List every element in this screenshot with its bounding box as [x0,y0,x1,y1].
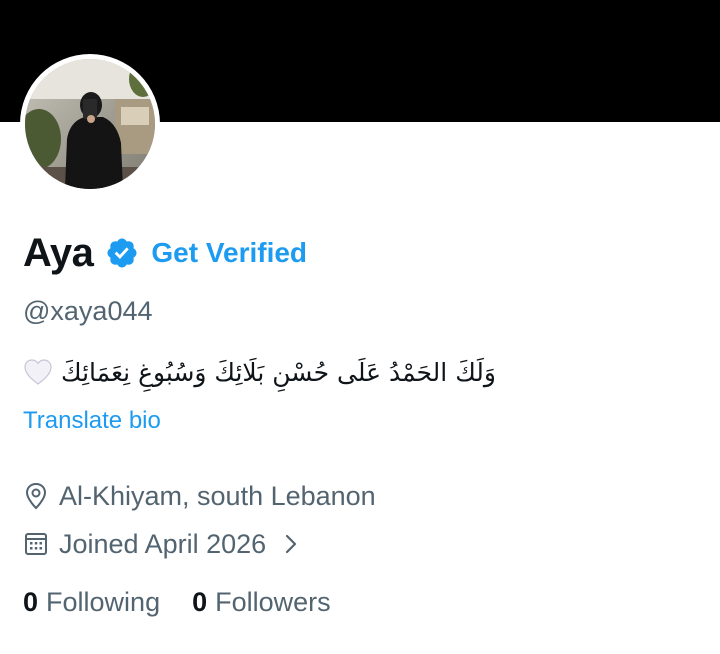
location-text: Al-Khiyam, south Lebanon [59,480,376,511]
followers-link[interactable]: 0 Followers [192,587,331,618]
avatar-photo [25,59,155,189]
get-verified-button[interactable]: Get Verified [151,237,307,269]
calendar-icon [23,530,49,558]
follow-stats: 0 Following 0 Followers [23,582,363,622]
location-pin-icon [23,482,49,510]
avatar[interactable] [20,54,160,194]
following-link[interactable]: 0 Following [23,587,160,618]
verified-badge-icon[interactable] [105,236,139,270]
joined-text: Joined April 2026 [59,528,267,559]
following-count: 0 [23,586,39,617]
chevron-right-icon[interactable] [280,531,302,557]
profile-bio: وَلَكَ الحَمْدُ عَلَى حُسْنِ بَلَائِكَ و… [23,350,496,394]
followers-count: 0 [192,586,208,617]
white-heart-icon [23,358,53,386]
profile-handle: @xaya044 [23,296,153,326]
bio-text: وَلَكَ الحَمْدُ عَلَى حُسْنِ بَلَائِكَ و… [61,357,496,387]
translate-bio-link[interactable]: Translate bio [23,407,161,435]
following-label: Following [46,586,161,617]
profile-joined-date[interactable]: Joined April 2026 [23,524,302,564]
profile-location: Al-Khiyam, south Lebanon [23,476,376,516]
display-name: Aya [23,230,94,275]
followers-label: Followers [215,586,331,617]
